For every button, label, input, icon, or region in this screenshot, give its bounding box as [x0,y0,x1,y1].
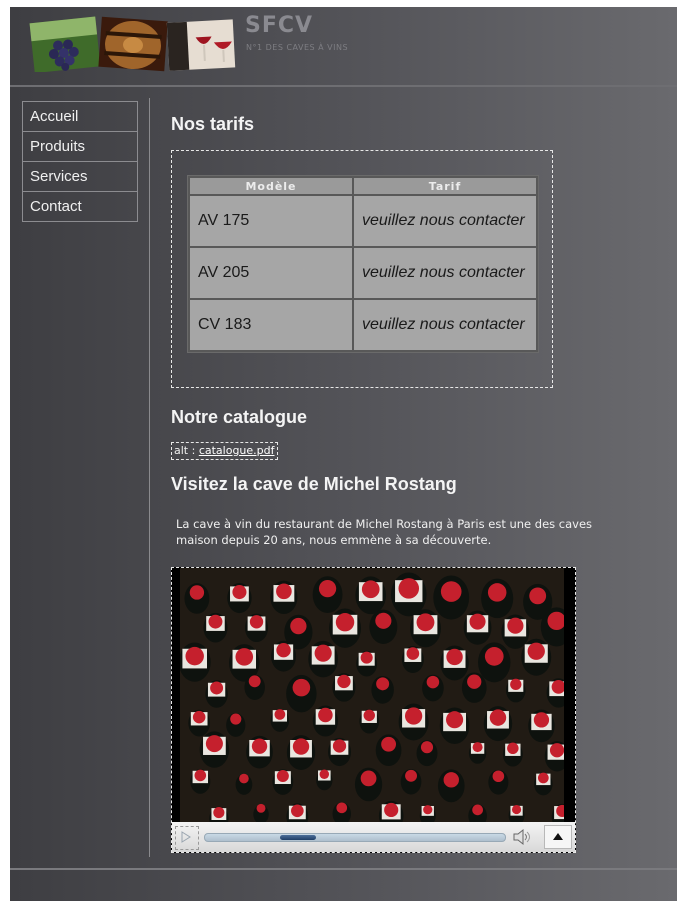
progress-thumb[interactable] [280,835,316,840]
nav-divider [149,98,150,857]
header-divider [10,85,677,87]
video-controls [172,822,575,852]
volume-button[interactable] [512,828,532,846]
table-row: AV 175 veuillez nous contacter [190,196,536,246]
tarifs-box: Modèle Tarif AV 175 veuillez nous contac… [171,150,553,388]
cave-description-line: maison depuis 20 ans, nous emmène à sa d… [176,533,492,547]
video-player[interactable] [171,567,576,853]
price-cell: veuillez nous contacter [354,300,536,350]
catalogue-link[interactable]: catalogue.pdf [199,444,275,457]
video-frame[interactable] [172,568,575,822]
play-button[interactable] [175,826,199,850]
section-title-cave: Visitez la cave de Michel Rostang [171,474,457,494]
price-cell: veuillez nous contacter [354,196,536,246]
price-table: Modèle Tarif AV 175 veuillez nous contac… [187,175,539,353]
footer-divider [10,868,677,870]
nav-item-contact[interactable]: Contact [22,191,138,222]
price-cell: veuillez nous contacter [354,248,536,298]
play-icon [181,831,191,843]
section-title-catalogue: Notre catalogue [171,407,308,427]
catalogue-alt-label: alt : [174,444,196,457]
logo-image [29,16,236,72]
progress-track[interactable] [204,833,506,842]
column-header-model: Modèle [190,178,352,194]
site-title: SFCV [245,13,314,38]
nav-item-accueil[interactable]: Accueil [22,101,138,131]
table-row: CV 183 veuillez nous contacter [190,300,536,350]
table-row: AV 205 veuillez nous contacter [190,248,536,298]
main-nav: Accueil Produits Services Contact [22,101,138,222]
catalogue-embed: alt : catalogue.pdf [171,442,278,460]
column-header-price: Tarif [354,178,536,194]
cave-description: La cave à vin du restaurant de Michel Ro… [176,516,677,548]
page: SFCV N°1 DES CAVES À VINS Accueil Produi… [10,7,677,901]
nav-item-produits[interactable]: Produits [22,131,138,161]
nav-item-services[interactable]: Services [22,161,138,191]
model-cell: AV 175 [190,196,352,246]
model-cell: AV 205 [190,248,352,298]
table-header-row: Modèle Tarif [190,178,536,194]
model-cell: CV 183 [190,300,352,350]
speaker-icon [513,828,530,846]
expand-button[interactable] [544,825,572,849]
section-title-tarifs: Nos tarifs [171,114,255,134]
header: SFCV N°1 DES CAVES À VINS [10,7,677,87]
cave-description-line: La cave à vin du restaurant de Michel Ro… [176,517,593,531]
triangle-up-icon [553,833,563,840]
site-tagline: N°1 DES CAVES À VINS [246,43,349,52]
